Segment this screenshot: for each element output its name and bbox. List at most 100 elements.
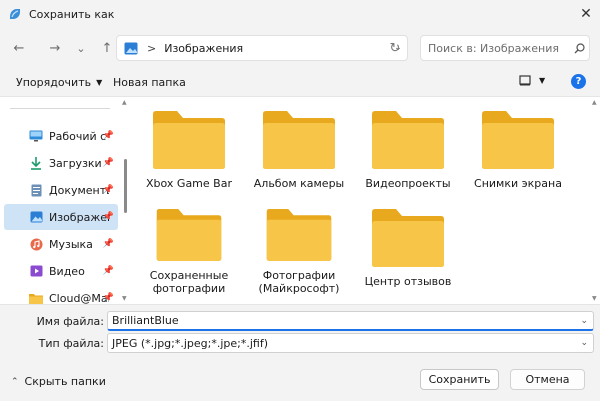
cancel-label: Отмена [525, 373, 570, 386]
new-folder-label: Новая папка [113, 76, 186, 89]
download-icon [29, 156, 43, 170]
folder-name: Сохраненные фотографии [149, 269, 229, 295]
folder-name: Фотографии (Майкрософт) [258, 269, 340, 295]
file-list-scrollbar[interactable]: ▲ ▼ [592, 97, 600, 304]
sidebar-item-desktop[interactable]: Рабочий стол 📌 [4, 123, 118, 149]
recent-locations-button[interactable]: ⌄ [70, 36, 92, 60]
scroll-up-icon[interactable]: ▲ [122, 99, 127, 106]
search-input[interactable]: Поиск в: Изображения [428, 42, 569, 55]
pin-icon: 📌 [102, 266, 114, 276]
chevron-down-icon: ⌄ [76, 41, 86, 55]
scroll-down-icon[interactable]: ▼ [592, 295, 597, 302]
sidebar-item-cloud-mail[interactable]: Cloud@Mail.Ru 📌 [4, 285, 118, 304]
caret-down-icon: ▼ [96, 78, 103, 87]
folder-icon [153, 111, 225, 169]
filename-input[interactable]: BrilliantBlue ⌄ [107, 311, 594, 331]
folder-name: Снимки экрана [474, 177, 562, 190]
window-title: Сохранить как [29, 7, 115, 21]
folder-icon [482, 111, 554, 169]
sidebar-item-video[interactable]: Видео 📌 [4, 258, 118, 284]
command-bar: Упорядочить ▼ Новая папка ▼ ? [0, 70, 600, 96]
folder-icon [263, 111, 335, 169]
folder-name: Видеопроекты [365, 177, 451, 190]
breadcrumb-location[interactable]: Изображения [164, 42, 389, 55]
address-bar[interactable]: > Изображения ⌄ [116, 35, 408, 61]
title-bar: Сохранить как ✕ [0, 0, 600, 28]
sidebar-item-downloads[interactable]: Загрузки 📌 [4, 150, 118, 176]
cancel-button[interactable]: Отмена [510, 369, 585, 390]
close-icon: ✕ [580, 6, 592, 22]
save-label: Сохранить [428, 373, 491, 386]
sidebar-item-label: Музыка [49, 237, 93, 251]
pin-icon: 📌 [102, 293, 114, 303]
nav-scrollbar[interactable]: ▲ ▼ [121, 97, 130, 304]
folder-icon [29, 291, 43, 304]
navigation-bar: ← → ⌄ ↑ > Изображения ⌄ ↻ Поиск в: Изобр… [0, 28, 600, 68]
pin-icon: 📌 [102, 131, 114, 141]
scrollbar-thumb[interactable] [124, 159, 127, 213]
pin-icon: 📌 [102, 239, 114, 249]
filename-label: Имя файла: [36, 314, 104, 328]
sidebar-item-label: Видео [49, 264, 85, 278]
sidebar-item-music[interactable]: Музыка 📌 [4, 231, 118, 257]
sidebar-item-label: Документы [49, 183, 109, 197]
video-icon [29, 264, 43, 278]
hide-folders-label: Скрыть папки [24, 375, 106, 388]
folder-name: Центр отзывов [364, 275, 452, 288]
help-button[interactable]: ? [571, 74, 586, 89]
documents-icon [29, 183, 43, 197]
refresh-button[interactable]: ↻ [384, 36, 406, 60]
up-button[interactable]: ↑ [96, 36, 118, 60]
folder-icon [372, 209, 444, 267]
scroll-down-icon[interactable]: ▼ [122, 295, 127, 302]
folder-name: Альбом камеры [253, 177, 345, 190]
close-button[interactable]: ✕ [572, 0, 600, 28]
sidebar-item-label: Загрузки [49, 156, 102, 170]
folder-tile[interactable]: Снимки экрана [463, 97, 573, 197]
back-button[interactable]: ← [8, 36, 30, 60]
view-options-button[interactable]: ▼ [519, 75, 545, 86]
folder-tile[interactable]: Фотографии (Майкрософт) [244, 195, 354, 295]
folder-tile[interactable]: Xbox Game Bar [134, 97, 244, 197]
filetype-select[interactable]: JPEG (*.jpg;*.jpeg;*.jpe;*.jfif) ⌄ [107, 333, 594, 353]
folder-icon [156, 209, 222, 261]
forward-arrow-icon: → [49, 40, 61, 56]
up-arrow-icon: ↑ [101, 40, 113, 56]
folder-tile[interactable]: Альбом камеры [244, 97, 354, 197]
folder-icon [372, 111, 444, 169]
filename-value: BrilliantBlue [112, 314, 179, 327]
sidebar-item-pictures[interactable]: Изображения 📌 [4, 204, 118, 230]
pictures-icon [29, 210, 43, 224]
filename-row: Имя файла: BrilliantBlue ⌄ [0, 311, 600, 331]
folder-tile[interactable]: Видеопроекты [353, 97, 463, 197]
chevron-down-icon[interactable]: ⌄ [580, 338, 588, 348]
help-icon: ? [575, 76, 582, 87]
new-folder-button[interactable]: Новая папка [113, 76, 186, 89]
forward-button[interactable]: → [44, 36, 66, 60]
caret-down-icon: ▼ [539, 76, 546, 85]
organize-menu[interactable]: Упорядочить ▼ [16, 76, 102, 89]
filetype-label: Тип файла: [38, 336, 104, 350]
back-arrow-icon: ← [13, 40, 25, 56]
content-area: Рабочий стол 📌 Загрузки 📌 Документы 📌 Из… [0, 96, 600, 305]
navigation-pane: Рабочий стол 📌 Загрузки 📌 Документы 📌 Из… [0, 97, 130, 304]
save-button[interactable]: Сохранить [420, 369, 499, 390]
view-icon [519, 75, 531, 86]
search-box[interactable]: Поиск в: Изображения [420, 35, 590, 61]
folder-tile[interactable]: Сохраненные фотографии [134, 195, 244, 295]
sidebar-item-documents[interactable]: Документы 📌 [4, 177, 118, 203]
file-list: Xbox Game Bar Альбом камеры Видеопроекты… [130, 97, 592, 304]
sidebar-item-label: Рабочий стол [49, 129, 109, 143]
filetype-row: Тип файла: JPEG (*.jpg;*.jpeg;*.jpe;*.jf… [0, 333, 600, 353]
pictures-icon [124, 42, 138, 54]
chevron-down-icon[interactable]: ⌄ [580, 316, 588, 326]
scroll-up-icon[interactable]: ▲ [592, 99, 597, 106]
hide-folders-button[interactable]: ⌃ Скрыть папки [11, 375, 106, 388]
sidebar-item-label: Изображения [49, 210, 109, 224]
search-icon[interactable] [569, 42, 589, 54]
folder-name: Xbox Game Bar [146, 177, 232, 190]
organize-label: Упорядочить [16, 76, 92, 89]
folder-tile[interactable]: Центр отзывов [353, 195, 463, 295]
music-icon [29, 237, 43, 251]
chevron-up-icon: ⌃ [11, 376, 19, 387]
